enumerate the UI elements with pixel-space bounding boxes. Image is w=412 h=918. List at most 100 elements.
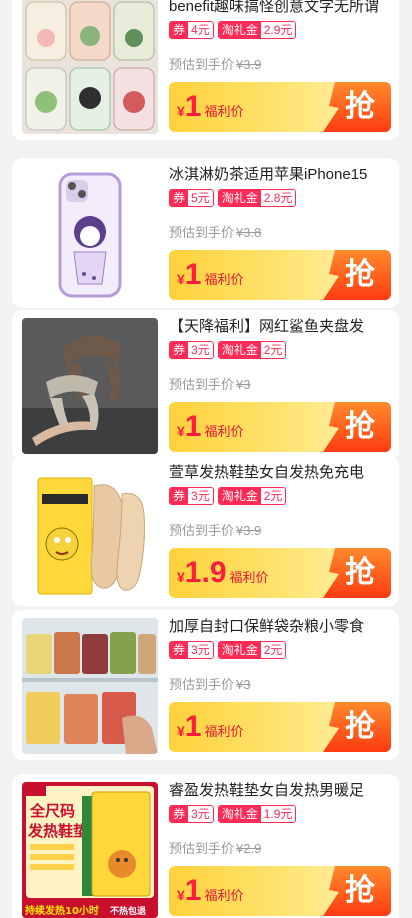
- currency-symbol: ¥: [177, 887, 185, 903]
- coupon-value: 4元: [188, 22, 213, 38]
- gift-value: 2元: [260, 342, 286, 358]
- buy-bar[interactable]: ¥ 1.9 福利价 抢: [169, 548, 391, 598]
- grab-button[interactable]: 抢: [321, 866, 391, 916]
- grab-button[interactable]: 抢: [321, 548, 391, 598]
- image-text-line1: 全尺码: [29, 802, 75, 820]
- estimated-price: 预估到手价 ¥3: [169, 374, 250, 393]
- gift-badge: 淘礼金 1.9元: [217, 805, 297, 823]
- price-value: 1: [184, 710, 202, 743]
- coupon-label: 券: [170, 806, 189, 822]
- gift-label: 淘礼金: [218, 488, 261, 504]
- coupon-badge: 券 4元: [169, 21, 214, 39]
- coupon-value: 3元: [188, 342, 213, 358]
- estimated-price: 预估到手价 ¥3: [169, 674, 250, 693]
- price-tag: 福利价: [204, 424, 244, 439]
- estimated-price-label: 预估到手价: [169, 523, 235, 538]
- product-card[interactable]: 萱草发热鞋垫女自发热免充电 券 3元 淘礼金 2元 预估到手价 ¥3.9 ¥ 1.…: [12, 456, 399, 606]
- coupon-badge: 券 3元: [169, 487, 214, 505]
- coupon-value: 5元: [188, 190, 213, 206]
- product-image-purple-phone-case[interactable]: [22, 166, 158, 302]
- gift-badge: 淘礼金 2.8元: [217, 189, 297, 207]
- discount-badges: 券 3元 淘礼金 1.9元: [169, 805, 297, 823]
- grab-button[interactable]: 抢: [321, 702, 391, 752]
- coupon-badge: 券 3元: [169, 341, 214, 359]
- estimated-price-label: 预估到手价: [169, 225, 235, 240]
- gift-value: 2元: [260, 642, 286, 658]
- grab-label: 抢: [345, 257, 375, 292]
- coupon-label: 券: [170, 342, 189, 358]
- product-title[interactable]: benefit趣味搞怪创意文字无所谓: [169, 0, 391, 18]
- price-tag: 福利价: [204, 888, 244, 903]
- price-tag: 福利价: [204, 104, 244, 119]
- deal-price: ¥ 1 福利价: [177, 412, 244, 444]
- gift-label: 淘礼金: [218, 806, 261, 822]
- currency-symbol: ¥: [177, 271, 185, 287]
- coupon-label: 券: [170, 22, 189, 38]
- product-card[interactable]: 【天降福利】网红鲨鱼夹盘发 券 3元 淘礼金 2元 预估到手价 ¥3 ¥ 1 福利…: [12, 310, 399, 460]
- currency-symbol: ¥: [177, 569, 185, 585]
- gift-value: 2.8元: [260, 190, 296, 206]
- buy-bar[interactable]: ¥ 1 福利价 抢: [169, 250, 391, 300]
- original-price: ¥3.9: [236, 57, 262, 72]
- buy-bar[interactable]: ¥ 1 福利价 抢: [169, 82, 391, 132]
- buy-bar[interactable]: ¥ 1 福利价 抢: [169, 402, 391, 452]
- gift-label: 淘礼金: [218, 342, 261, 358]
- grab-label: 抢: [345, 873, 375, 908]
- product-title[interactable]: 【天降福利】网红鲨鱼夹盘发: [169, 316, 391, 338]
- product-card[interactable]: 全尺码 发热鞋垫 持续发热10小时 不热包退 睿盈发热鞋垫女自发热男暖足 券 3…: [12, 774, 399, 918]
- product-image-phone-cases[interactable]: [22, 0, 158, 134]
- product-image-heated-insole-box[interactable]: 全尺码 发热鞋垫 持续发热10小时 不热包退: [22, 782, 158, 918]
- product-image-hair-clips[interactable]: [22, 318, 158, 454]
- grab-label: 抢: [345, 89, 375, 124]
- estimated-price-label: 预估到手价: [169, 841, 235, 856]
- product-card[interactable]: benefit趣味搞怪创意文字无所谓 券 4元 淘礼金 2.9元 预估到手价 ¥3…: [12, 0, 399, 140]
- gift-label: 淘礼金: [218, 190, 261, 206]
- discount-badges: 券 3元 淘礼金 2元: [169, 341, 287, 359]
- estimated-price-label: 预估到手价: [169, 57, 235, 72]
- image-text-line2: 发热鞋垫: [27, 822, 88, 840]
- product-image-freezer-bags[interactable]: [22, 618, 158, 754]
- image-text-footer-tag: 不热包退: [110, 905, 146, 917]
- coupon-badge: 券 3元: [169, 641, 214, 659]
- discount-badges: 券 3元 淘礼金 2元: [169, 487, 287, 505]
- coupon-value: 3元: [188, 806, 213, 822]
- original-price: ¥3.8: [236, 225, 262, 240]
- product-title[interactable]: 冰淇淋奶茶适用苹果iPhone15: [169, 164, 391, 186]
- grab-button[interactable]: 抢: [321, 82, 391, 132]
- coupon-label: 券: [170, 190, 189, 206]
- gift-value: 2元: [260, 488, 286, 504]
- grab-label: 抢: [345, 555, 375, 590]
- gift-value: 2.9元: [260, 22, 296, 38]
- buy-bar[interactable]: ¥ 1 福利价 抢: [169, 866, 391, 916]
- estimated-price: 预估到手价 ¥3.9: [169, 520, 261, 539]
- estimated-price: 预估到手价 ¥3.8: [169, 222, 261, 241]
- price-value: 1: [184, 90, 202, 123]
- product-title[interactable]: 萱草发热鞋垫女自发热免充电: [169, 462, 391, 484]
- product-card[interactable]: 冰淇淋奶茶适用苹果iPhone15 券 5元 淘礼金 2.8元 预估到手价 ¥3.…: [12, 158, 399, 308]
- grab-label: 抢: [345, 709, 375, 744]
- estimated-price-label: 预估到手价: [169, 677, 235, 692]
- buy-bar[interactable]: ¥ 1 福利价 抢: [169, 702, 391, 752]
- gift-badge: 淘礼金 2.9元: [217, 21, 297, 39]
- image-text-footer: 持续发热10小时: [25, 904, 99, 917]
- product-card[interactable]: 加厚自封口保鲜袋杂粮小零食 券 3元 淘礼金 2元 预估到手价 ¥3 ¥ 1 福利…: [12, 610, 399, 760]
- currency-symbol: ¥: [177, 103, 185, 119]
- coupon-label: 券: [170, 488, 189, 504]
- gift-label: 淘礼金: [218, 22, 261, 38]
- price-tag: 福利价: [204, 724, 244, 739]
- deal-price: ¥ 1 福利价: [177, 92, 244, 124]
- deal-price: ¥ 1.9 福利价: [177, 558, 269, 590]
- grab-button[interactable]: 抢: [321, 402, 391, 452]
- coupon-badge: 券 3元: [169, 805, 214, 823]
- product-image-heated-insoles[interactable]: [22, 464, 158, 600]
- coupon-value: 3元: [188, 642, 213, 658]
- gift-badge: 淘礼金 2元: [217, 487, 287, 505]
- product-title[interactable]: 睿盈发热鞋垫女自发热男暖足: [169, 780, 391, 802]
- product-title[interactable]: 加厚自封口保鲜袋杂粮小零食: [169, 616, 391, 638]
- coupon-badge: 券 5元: [169, 189, 214, 207]
- discount-badges: 券 3元 淘礼金 2元: [169, 641, 287, 659]
- grab-button[interactable]: 抢: [321, 250, 391, 300]
- gift-badge: 淘礼金 2元: [217, 641, 287, 659]
- gift-label: 淘礼金: [218, 642, 261, 658]
- currency-symbol: ¥: [177, 423, 185, 439]
